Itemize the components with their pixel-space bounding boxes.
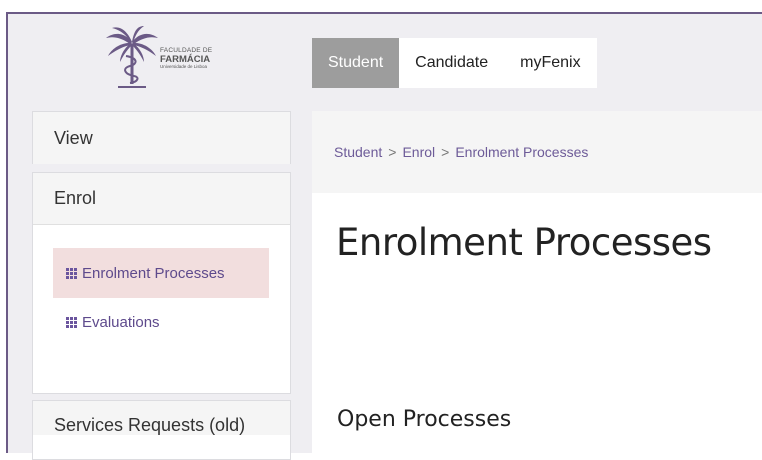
breadcrumb-enrolment-processes[interactable]: Enrolment Processes	[455, 144, 588, 160]
breadcrumb: Student > Enrol > Enrolment Processes	[334, 144, 588, 160]
sidebar-item-enrolment-processes[interactable]: Enrolment Processes	[53, 248, 269, 298]
breadcrumb-bar: Student > Enrol > Enrolment Processes	[312, 111, 762, 193]
sidebar-panel-services: Services Requests (old)	[32, 400, 291, 460]
sidebar-panel-view: View	[32, 111, 291, 164]
breadcrumb-student[interactable]: Student	[334, 144, 382, 160]
sidebar-panel-enrol: Enrol Enrolment Processes Evaluations	[32, 172, 291, 394]
breadcrumb-enrol[interactable]: Enrol	[402, 144, 435, 160]
sidebar-item-enrol[interactable]: Enrol	[33, 173, 290, 225]
page-title: Enrolment Processes	[336, 221, 712, 264]
faculty-logo[interactable]: FACULDADE DE FARMÁCIA Universidade de Li…	[104, 26, 224, 96]
tab-myfenix[interactable]: myFenix	[504, 38, 597, 88]
grid-icon	[66, 316, 77, 328]
logo-line-3: Universidade de Lisboa	[160, 63, 208, 69]
breadcrumb-separator: >	[441, 144, 450, 160]
section-title-open-processes: Open Processes	[337, 407, 512, 432]
sidebar-item-label: Enrolment Processes	[82, 264, 225, 282]
sidebar-item-view[interactable]: View	[33, 112, 290, 164]
sidebar-item-label: Evaluations	[82, 313, 160, 331]
breadcrumb-separator: >	[388, 144, 397, 160]
palm-tree-icon	[106, 26, 158, 88]
top-navigation: Student Candidate myFenix	[312, 38, 597, 88]
tab-candidate[interactable]: Candidate	[399, 38, 505, 88]
sidebar-item-evaluations[interactable]: Evaluations	[53, 297, 269, 347]
grid-icon	[66, 267, 77, 279]
tab-student[interactable]: Student	[312, 38, 400, 88]
sidebar-item-services-requests[interactable]: Services Requests (old)	[33, 401, 290, 435]
main-content: Student > Enrol > Enrolment Processes En…	[312, 111, 762, 453]
